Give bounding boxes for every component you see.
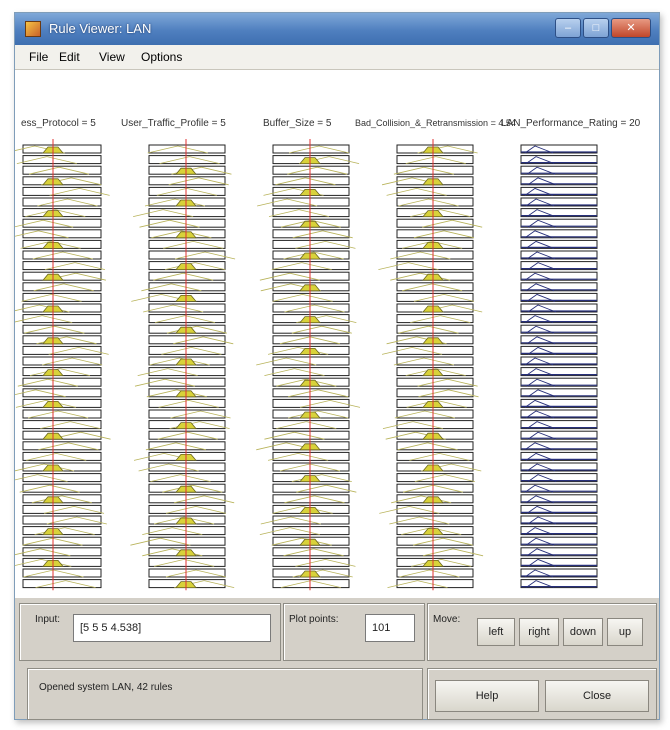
rule-strip xyxy=(396,547,474,557)
rule-strip xyxy=(272,367,350,377)
rule-strip xyxy=(272,420,350,430)
help-button[interactable]: Help xyxy=(435,680,539,712)
menu-bar: File Edit View Options xyxy=(15,45,659,70)
rule-strip xyxy=(396,473,474,483)
rule-strip xyxy=(22,420,102,430)
rule-strip xyxy=(272,430,350,440)
control-panel: Input: Plot points: Move: left right dow… xyxy=(15,598,659,720)
menu-view[interactable]: View xyxy=(99,50,125,64)
menu-options[interactable]: Options xyxy=(141,50,182,64)
rule-strip xyxy=(22,536,102,546)
move-right-button[interactable]: right xyxy=(519,618,559,646)
rule-strip xyxy=(272,526,350,536)
rule-strip xyxy=(22,547,102,557)
rule-strip xyxy=(396,292,474,302)
input-field[interactable] xyxy=(73,614,271,642)
rule-strip xyxy=(272,515,350,525)
rule-strip xyxy=(148,367,226,377)
rule-strip xyxy=(22,345,102,355)
maximize-icon: □ xyxy=(592,22,600,34)
rule-strip xyxy=(396,314,474,324)
rule-strip xyxy=(396,568,474,578)
menu-edit[interactable]: Edit xyxy=(59,50,80,64)
rule-viewer-window: Rule Viewer: LAN – □ ✕ File Edit View Op… xyxy=(14,12,660,720)
rule-strip xyxy=(22,218,102,228)
rule-strip xyxy=(22,451,102,461)
rule-strip xyxy=(396,441,474,451)
rule-strip xyxy=(148,335,226,345)
rule-strip xyxy=(396,356,474,366)
rule-strip xyxy=(396,324,474,334)
rule-strip xyxy=(272,271,350,281)
rule-strip xyxy=(396,186,474,196)
rule-strip xyxy=(272,144,350,154)
rule-strip xyxy=(22,292,102,302)
rule-strip xyxy=(396,218,474,228)
maximize-button[interactable]: □ xyxy=(583,18,609,38)
window-title: Rule Viewer: LAN xyxy=(49,21,152,36)
rule-strip xyxy=(396,197,474,207)
rule-strip xyxy=(148,473,226,483)
rule-strip xyxy=(148,494,226,504)
rule-strip xyxy=(396,579,474,589)
rule-strip xyxy=(272,292,350,302)
rule-strip xyxy=(396,345,474,355)
plot-points-field[interactable] xyxy=(365,614,415,642)
rule-strip xyxy=(148,218,226,228)
menu-file[interactable]: File xyxy=(29,50,48,64)
close-button[interactable]: Close xyxy=(545,680,649,712)
rule-strip xyxy=(272,324,350,334)
move-down-button[interactable]: down xyxy=(563,618,603,646)
rule-strip xyxy=(148,250,226,260)
rule-strip xyxy=(396,451,474,461)
rule-strip xyxy=(22,314,102,324)
rule-strip xyxy=(396,515,474,525)
rule-plot-area: ess_Protocol = 5 User_Traffic_Profile = … xyxy=(15,70,659,598)
rule-strip xyxy=(396,165,474,175)
rule-strip xyxy=(272,261,350,271)
rule-strip xyxy=(396,420,474,430)
close-icon: ✕ xyxy=(626,22,636,34)
rule-strip xyxy=(148,144,226,154)
move-left-button[interactable]: left xyxy=(477,618,515,646)
move-up-button[interactable]: up xyxy=(607,618,643,646)
rules-graphic[interactable] xyxy=(15,70,659,598)
minimize-icon: – xyxy=(564,22,572,34)
rule-strip xyxy=(22,568,102,578)
rule-strip xyxy=(148,568,226,578)
rule-strip xyxy=(148,462,226,472)
rule-strip xyxy=(22,186,102,196)
app-icon xyxy=(25,21,41,37)
rule-strip xyxy=(148,377,226,387)
rule-strip xyxy=(148,271,226,281)
status-frame xyxy=(27,668,423,720)
rule-strip xyxy=(22,197,102,207)
title-bar[interactable]: Rule Viewer: LAN – □ ✕ xyxy=(15,13,659,45)
rule-strip xyxy=(148,441,226,451)
rule-strip xyxy=(396,409,474,419)
rule-strip xyxy=(148,239,226,249)
rule-strip xyxy=(22,441,102,451)
rule-strip xyxy=(22,324,102,334)
rule-strip xyxy=(148,504,226,514)
rule-strip xyxy=(272,176,350,186)
rule-strip xyxy=(396,229,474,239)
rule-strip xyxy=(272,388,350,398)
close-window-button[interactable]: ✕ xyxy=(611,18,651,38)
input-label: Input: xyxy=(35,614,61,625)
rule-strip xyxy=(148,345,226,355)
rule-strip xyxy=(272,165,350,175)
rule-strip xyxy=(272,398,350,408)
minimize-button[interactable]: – xyxy=(555,18,581,38)
rule-strip xyxy=(148,282,226,292)
move-label: Move: xyxy=(433,614,461,625)
rule-strip xyxy=(22,356,102,366)
plot-points-label: Plot points: xyxy=(289,614,339,625)
status-text: Opened system LAN, 42 rules xyxy=(39,682,173,693)
rule-strip xyxy=(396,536,474,546)
